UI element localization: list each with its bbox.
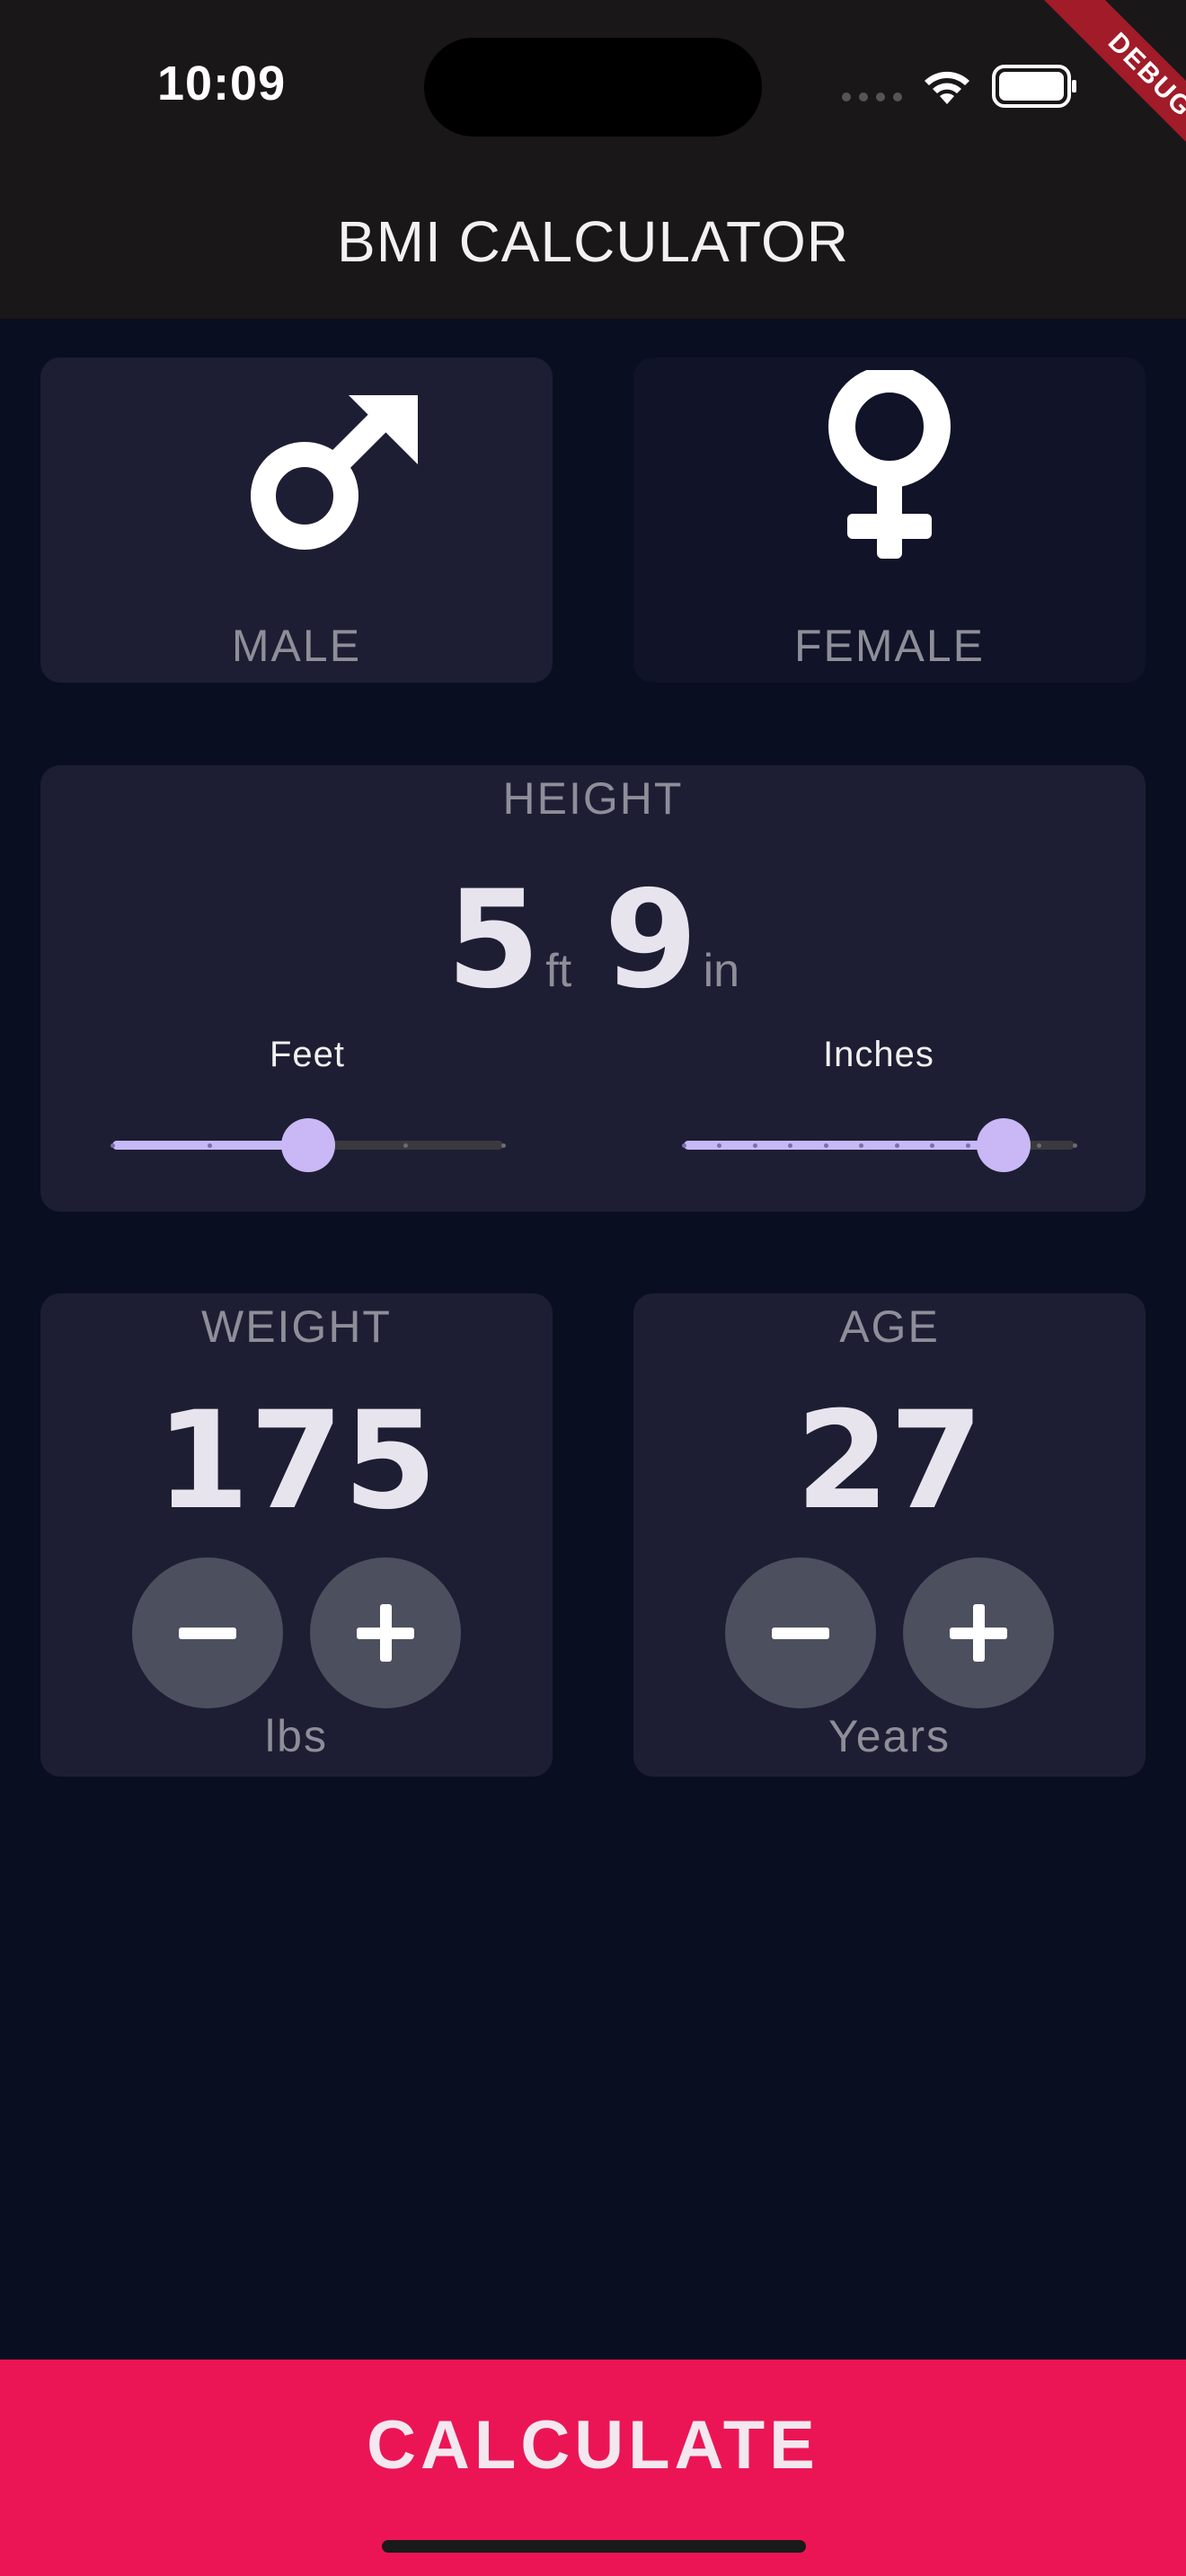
feet-slider[interactable] [110, 1118, 506, 1172]
weight-label: WEIGHT [201, 1301, 392, 1352]
inches-slider-tick [1072, 1142, 1077, 1148]
male-label: MALE [231, 621, 362, 671]
feet-slider-tick [403, 1142, 408, 1148]
age-unit: Years [828, 1711, 951, 1761]
feet-slider-label: Feet [269, 1035, 346, 1074]
age-card: AGE 27 Years [633, 1293, 1146, 1777]
weight-decrement-button[interactable] [132, 1557, 283, 1708]
inches-slider-label: Inches [823, 1035, 934, 1074]
height-card: HEIGHT 5 ft 9 in Feet Inches [40, 765, 1146, 1212]
feet-slider-tick [208, 1142, 213, 1148]
wifi-icon [925, 71, 969, 104]
plus-icon [357, 1604, 414, 1662]
app-bar: BMI CALCULATOR [0, 171, 1186, 319]
inches-slider-tick [681, 1142, 686, 1148]
inches-slider-tick [752, 1142, 757, 1148]
debug-banner: DEBUG [988, 0, 1186, 198]
minus-icon [772, 1628, 829, 1639]
inches-slider-tick [1036, 1142, 1041, 1148]
inches-slider-tick [859, 1142, 864, 1148]
inches-slider-tick [930, 1142, 935, 1148]
height-feet-value: 5 [446, 862, 541, 1019]
inches-slider[interactable] [681, 1118, 1077, 1172]
age-decrement-button[interactable] [725, 1557, 876, 1708]
dynamic-island [424, 38, 762, 137]
home-indicator[interactable] [382, 2540, 806, 2553]
feet-slider-thumb[interactable] [280, 1118, 335, 1172]
age-label: AGE [839, 1301, 940, 1352]
inches-slider-tick [894, 1142, 899, 1148]
inches-slider-tick [823, 1142, 828, 1148]
minus-icon [179, 1628, 236, 1639]
plus-icon [950, 1604, 1007, 1662]
height-inches-value: 9 [604, 862, 698, 1019]
male-icon [251, 395, 418, 550]
feet-slider-tick [110, 1142, 115, 1148]
inches-slider-thumb[interactable] [976, 1118, 1031, 1172]
weight-value: 175 [155, 1383, 438, 1539]
weight-unit: lbs [265, 1711, 328, 1761]
weight-card: WEIGHT 175 lbs [40, 1293, 553, 1777]
age-value: 27 [795, 1383, 984, 1539]
male-card[interactable]: MALE [40, 357, 553, 683]
feet-slider-tick [500, 1142, 506, 1148]
female-label: FEMALE [793, 621, 986, 671]
calculate-label: CALCULATE [367, 2407, 819, 2483]
inches-slider-fill [684, 1141, 1004, 1150]
height-feet-unit: ft [545, 945, 572, 997]
inches-slider-tick [717, 1142, 722, 1148]
height-label: HEIGHT [502, 773, 684, 824]
status-time: 10:09 [157, 57, 287, 110]
height-readout: 5 ft 9 in [40, 862, 1146, 1019]
height-inches-unit: in [703, 945, 740, 997]
age-increment-button[interactable] [903, 1557, 1054, 1708]
inches-slider-tick [788, 1142, 793, 1148]
weight-increment-button[interactable] [310, 1557, 461, 1708]
page-title: BMI CALCULATOR [337, 209, 849, 274]
signal-icon [842, 93, 902, 101]
female-card[interactable]: FEMALE [633, 357, 1146, 683]
debug-label: DEBUG [1039, 0, 1186, 187]
female-icon [828, 370, 951, 559]
inches-slider-tick [965, 1142, 970, 1148]
status-bar: 10:09 DEBUG [0, 0, 1186, 187]
